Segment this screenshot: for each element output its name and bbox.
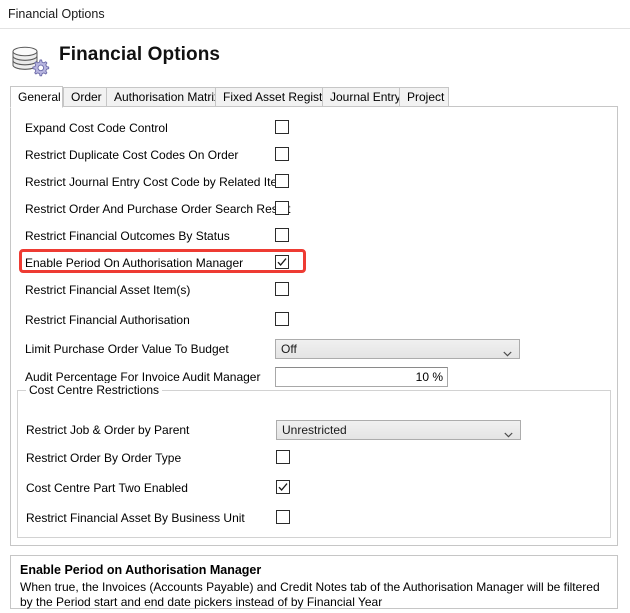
general-settings-panel: Expand Cost Code Control Restrict Duplic…: [10, 106, 618, 546]
help-panel: Enable Period on Authorisation Manager W…: [10, 555, 618, 609]
option-label: Expand Cost Code Control: [25, 121, 168, 135]
combobox-value: Off: [281, 342, 297, 356]
checkbox-restrict-order-by-order-type[interactable]: [276, 450, 290, 464]
checkbox-restrict-financial-asset-items[interactable]: [275, 282, 289, 296]
option-label: Restrict Financial Outcomes By Status: [25, 229, 230, 243]
tab-strip: General Order Authorisation Matrix Fixed…: [10, 86, 618, 108]
tab-general[interactable]: General: [10, 86, 63, 108]
checkbox-enable-period-on-authorisation-manager[interactable]: [275, 255, 289, 269]
option-row-restrict-order-and-purchase-order-search-result[interactable]: Restrict Order And Purchase Order Search…: [11, 200, 617, 220]
checkbox-expand-cost-code-control[interactable]: [275, 120, 289, 134]
tab-authorisation-matrix-label: Authorisation Matrix: [114, 90, 221, 104]
tab-fixed-asset-register-label: Fixed Asset Register: [223, 90, 334, 104]
option-label: Restrict Financial Asset By Business Uni…: [26, 511, 245, 525]
option-row-restrict-duplicate-cost-codes-on-order[interactable]: Restrict Duplicate Cost Codes On Order: [11, 146, 617, 166]
option-row-restrict-order-by-order-type[interactable]: Restrict Order By Order Type: [18, 449, 610, 469]
option-label: Restrict Duplicate Cost Codes On Order: [25, 148, 239, 162]
option-label: Restrict Journal Entry Cost Code by Rela…: [25, 175, 288, 189]
option-label: Restrict Order And Purchase Order Search…: [25, 202, 291, 216]
option-row-restrict-job-and-order-by-parent: Restrict Job & Order by Parent Unrestric…: [18, 420, 610, 441]
help-body: When true, the Invoices (Accounts Payabl…: [20, 580, 600, 609]
option-label: Restrict Financial Authorisation: [25, 313, 190, 327]
option-row-expand-cost-code-control[interactable]: Expand Cost Code Control: [11, 119, 617, 139]
checkbox-restrict-financial-outcomes-by-status[interactable]: [275, 228, 289, 242]
checkbox-cost-centre-part-two-enabled[interactable]: [276, 480, 290, 494]
option-label: Audit Percentage For Invoice Audit Manag…: [25, 370, 261, 384]
tab-order[interactable]: Order: [63, 87, 107, 107]
checkbox-restrict-financial-authorisation[interactable]: [275, 312, 289, 326]
tab-general-label: General: [18, 90, 61, 104]
option-label: Limit Purchase Order Value To Budget: [25, 342, 229, 356]
window-title: Financial Options: [8, 7, 105, 21]
checkbox-restrict-journal-entry-cost-code-by-related-item[interactable]: [275, 174, 289, 188]
option-row-limit-purchase-order-value-to-budget: Limit Purchase Order Value To Budget Off: [11, 339, 617, 360]
combobox-restrict-job-and-order-by-parent[interactable]: Unrestricted: [276, 420, 521, 440]
option-label: Restrict Financial Asset Item(s): [25, 283, 191, 297]
combobox-value: Unrestricted: [282, 423, 347, 437]
input-value: 10 %: [415, 370, 443, 384]
option-row-restrict-financial-outcomes-by-status[interactable]: Restrict Financial Outcomes By Status: [11, 227, 617, 247]
chevron-down-icon: [503, 346, 512, 357]
combobox-limit-purchase-order-value-to-budget[interactable]: Off: [275, 339, 520, 359]
cost-centre-restrictions-group: Cost Centre Restrictions Restrict Job & …: [17, 383, 611, 538]
option-row-restrict-journal-entry-cost-code-by-related-item[interactable]: Restrict Journal Entry Cost Code by Rela…: [11, 173, 617, 193]
tab-order-label: Order: [71, 90, 102, 104]
cost-centre-restrictions-title: Cost Centre Restrictions: [26, 383, 163, 397]
page-title: Financial Options: [59, 44, 221, 65]
tab-project[interactable]: Project: [399, 87, 449, 107]
option-row-restrict-financial-asset-by-business-unit[interactable]: Restrict Financial Asset By Business Uni…: [18, 509, 610, 529]
help-title: Enable Period on Authorisation Manager: [20, 563, 262, 577]
checkbox-restrict-order-and-purchase-order-search-result[interactable]: [275, 201, 289, 215]
option-label: Restrict Job & Order by Parent: [26, 423, 190, 437]
check-mark-icon: [278, 483, 288, 491]
checkbox-restrict-duplicate-cost-codes-on-order[interactable]: [275, 147, 289, 161]
window-titlebar: Financial Options: [0, 0, 630, 29]
page-header: Financial Options: [0, 30, 630, 82]
tab-project-label: Project: [407, 90, 445, 104]
option-row-cost-centre-part-two-enabled[interactable]: Cost Centre Part Two Enabled: [18, 479, 610, 499]
option-label: Enable Period On Authorisation Manager: [25, 256, 244, 270]
check-mark-icon: [277, 258, 287, 266]
tab-authorisation-matrix[interactable]: Authorisation Matrix: [106, 87, 220, 107]
option-label: Cost Centre Part Two Enabled: [26, 481, 188, 495]
chevron-down-icon: [504, 427, 513, 438]
tab-journal-entry[interactable]: Journal Entry: [322, 87, 401, 107]
option-row-restrict-financial-authorisation[interactable]: Restrict Financial Authorisation: [11, 311, 617, 331]
option-row-restrict-financial-asset-items[interactable]: Restrict Financial Asset Item(s): [11, 281, 617, 301]
tab-fixed-asset-register[interactable]: Fixed Asset Register: [215, 87, 333, 107]
database-gear-icon: [8, 36, 50, 78]
option-label: Restrict Order By Order Type: [26, 451, 182, 465]
input-audit-percentage-for-invoice-audit-manager[interactable]: 10 %: [275, 367, 448, 387]
tab-journal-entry-label: Journal Entry: [330, 90, 401, 104]
checkbox-restrict-financial-asset-by-business-unit[interactable]: [276, 510, 290, 524]
option-row-enable-period-on-authorisation-manager[interactable]: Enable Period On Authorisation Manager: [11, 254, 617, 274]
